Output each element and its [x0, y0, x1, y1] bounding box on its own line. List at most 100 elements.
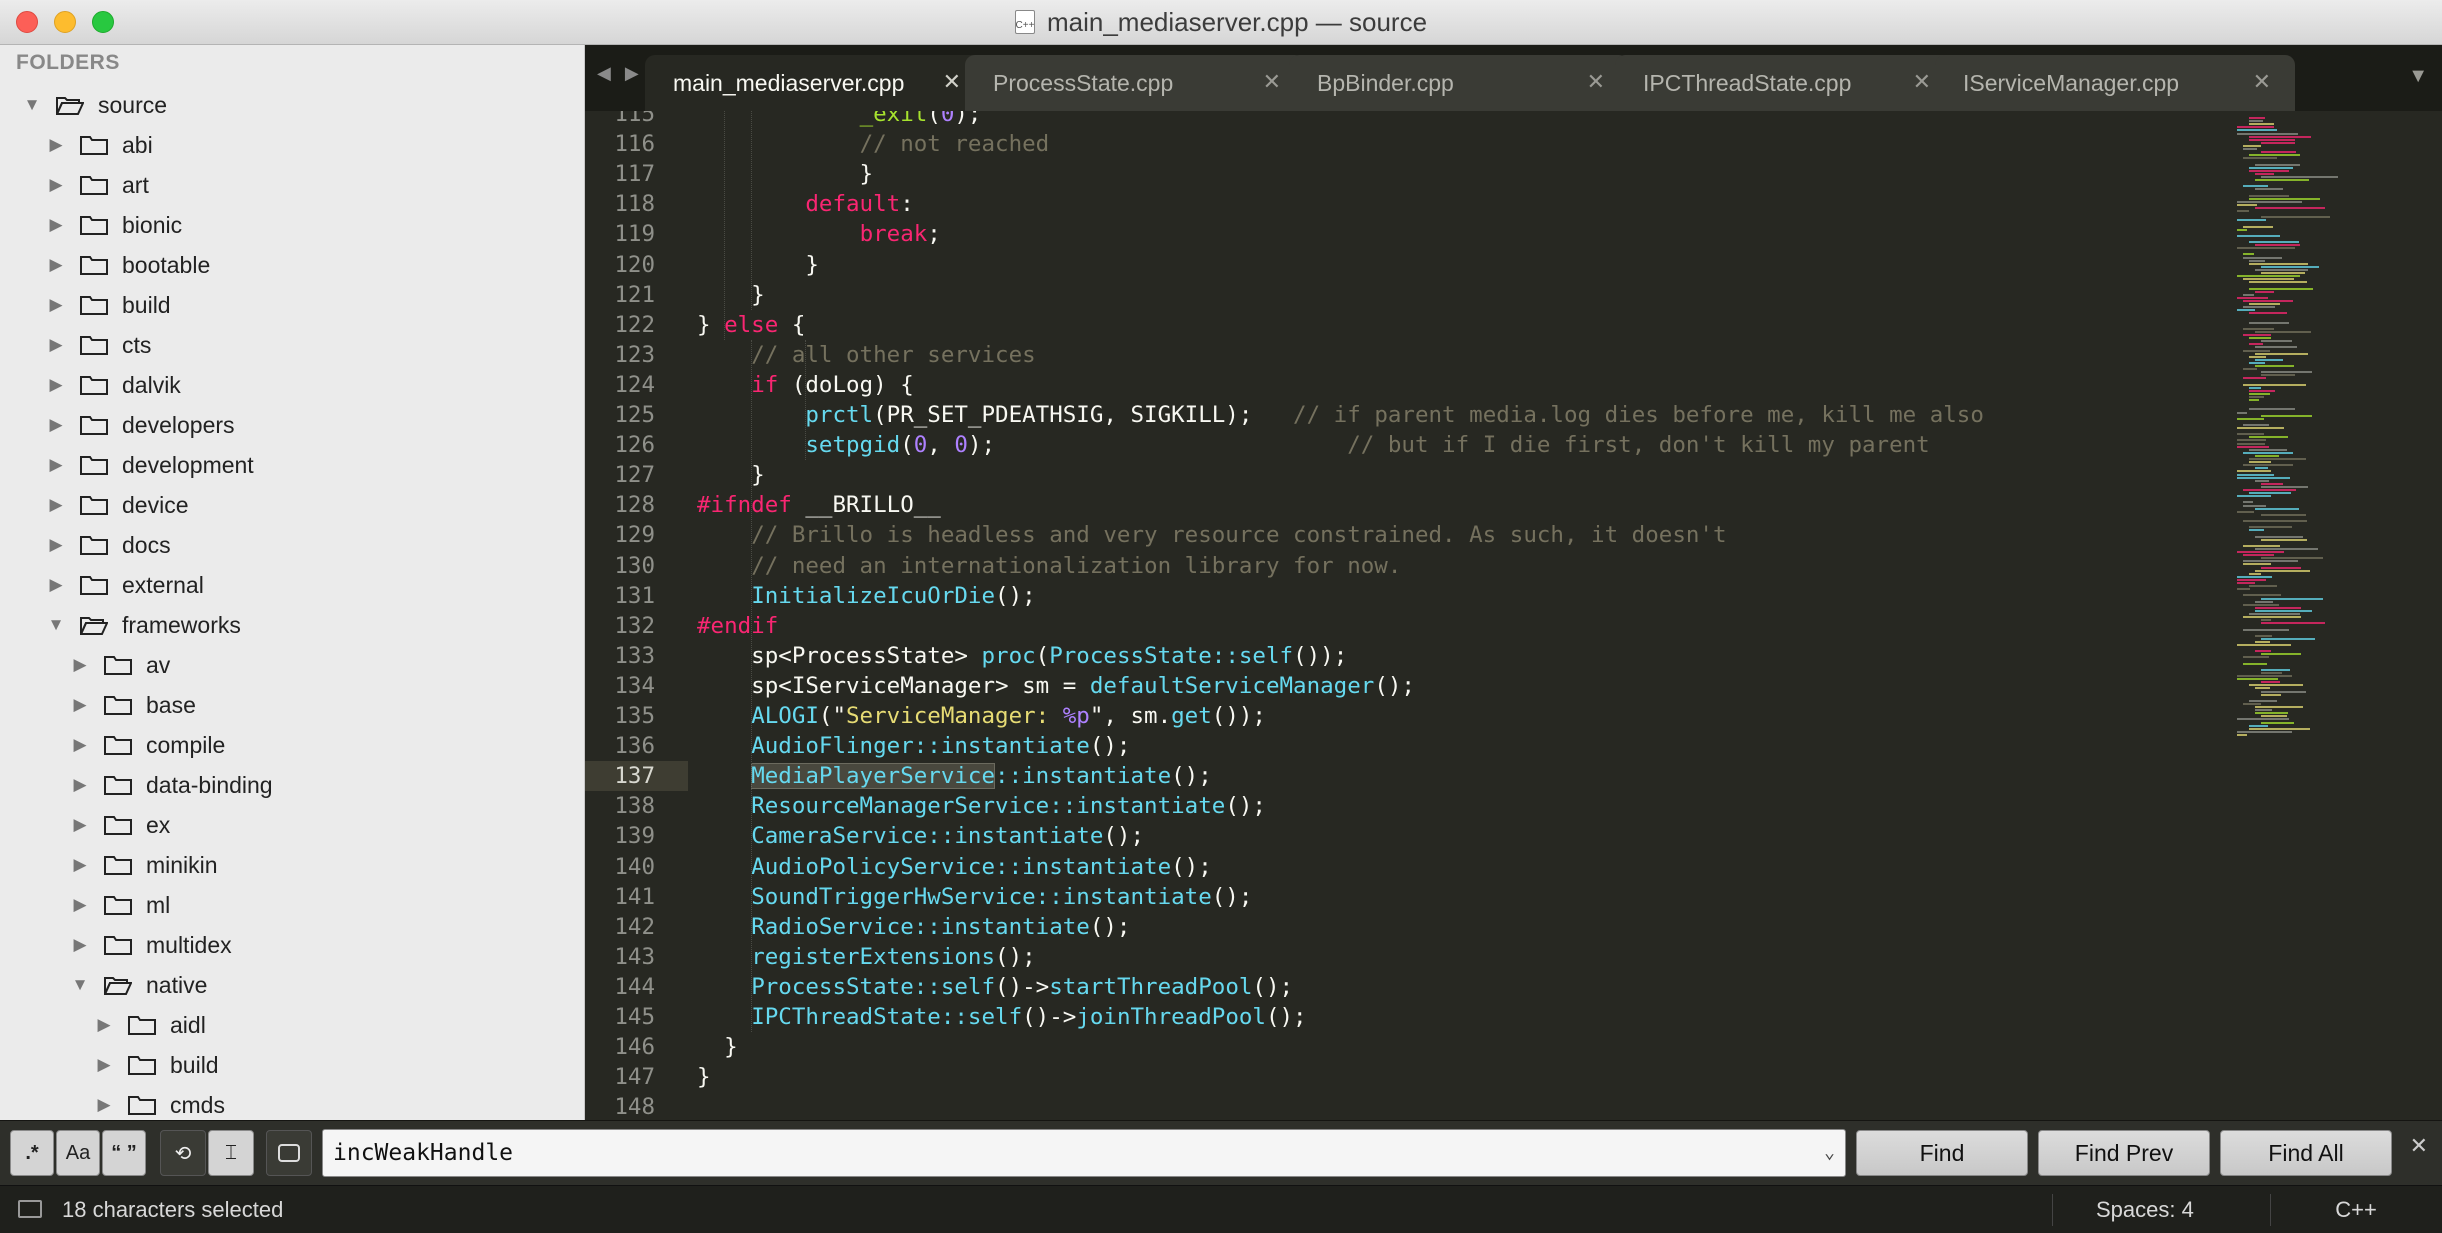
disclosure-closed-icon[interactable]: ▶ [46, 255, 66, 275]
code-line[interactable]: prctl(PR_SET_PDEATHSIG, SIGKILL); // if … [697, 400, 1984, 430]
code-line[interactable]: ALOGI("ServiceManager: %p", sm.get()); [697, 701, 1266, 731]
code-line[interactable]: AudioPolicyService::instantiate(); [697, 852, 1212, 882]
code-editor[interactable]: 115 116 117 118 119 120 121 122 123 124 125 126 127 1… [585, 111, 2442, 1120]
code-line[interactable]: } [697, 1032, 738, 1062]
sidebar-item-cts[interactable]: ▶ cts [0, 325, 584, 365]
panel-toggle-icon[interactable] [18, 1200, 42, 1218]
disclosure-closed-icon[interactable]: ▶ [94, 1095, 114, 1115]
tab-main-mediaserver-cpp[interactable]: main_mediaserver.cpp ✕ [645, 55, 985, 111]
code-line[interactable]: } [697, 460, 765, 490]
code-line[interactable]: registerExtensions(); [697, 942, 1035, 972]
code-line[interactable]: SoundTriggerHwService::instantiate(); [697, 882, 1252, 912]
sidebar-item-build[interactable]: ▶ build [0, 1045, 584, 1085]
disclosure-open-icon[interactable]: ▼ [46, 615, 66, 635]
disclosure-closed-icon[interactable]: ▶ [94, 1055, 114, 1075]
code-line[interactable]: } [697, 250, 819, 280]
disclosure-closed-icon[interactable]: ▶ [46, 135, 66, 155]
disclosure-closed-icon[interactable]: ▶ [70, 695, 90, 715]
code-line[interactable]: // Brillo is headless and very resource … [697, 520, 1726, 550]
disclosure-closed-icon[interactable]: ▶ [46, 215, 66, 235]
find-history-dropdown-icon[interactable]: ⌄ [1824, 1130, 1835, 1176]
code-line[interactable]: default: [697, 189, 913, 219]
disclosure-open-icon[interactable]: ▼ [22, 95, 42, 115]
sidebar-item-multidex[interactable]: ▶ multidex [0, 925, 584, 965]
sidebar-item-development[interactable]: ▶ development [0, 445, 584, 485]
sidebar-item-data-binding[interactable]: ▶ data-binding [0, 765, 584, 805]
tab-bpbinder-cpp[interactable]: BpBinder.cpp ✕ [1289, 55, 1629, 111]
disclosure-closed-icon[interactable]: ▶ [70, 815, 90, 835]
find-input[interactable]: incWeakHandle ⌄ [322, 1129, 1846, 1177]
highlight-matches-toggle-button[interactable] [266, 1130, 312, 1176]
code-line[interactable]: // all other services [697, 340, 1035, 370]
sidebar-item-device[interactable]: ▶ device [0, 485, 584, 525]
sidebar-item-ml[interactable]: ▶ ml [0, 885, 584, 925]
disclosure-closed-icon[interactable]: ▶ [70, 895, 90, 915]
disclosure-closed-icon[interactable]: ▶ [94, 1015, 114, 1035]
disclosure-closed-icon[interactable]: ▶ [70, 935, 90, 955]
syntax-status[interactable]: C++ [2270, 1197, 2442, 1223]
disclosure-closed-icon[interactable]: ▶ [46, 295, 66, 315]
sidebar-item-build[interactable]: ▶ build [0, 285, 584, 325]
sidebar-item-source[interactable]: ▼ source [0, 85, 584, 125]
code-line[interactable]: // need an internationalization library … [697, 551, 1401, 581]
in-selection-toggle-button[interactable]: ⌶ [208, 1130, 254, 1176]
code-line[interactable]: _exit(0); [697, 111, 982, 129]
disclosure-closed-icon[interactable]: ▶ [46, 335, 66, 355]
tab-processstate-cpp[interactable]: ProcessState.cpp ✕ [965, 55, 1305, 111]
disclosure-closed-icon[interactable]: ▶ [46, 495, 66, 515]
disclosure-open-icon[interactable]: ▼ [70, 975, 90, 995]
sidebar-item-av[interactable]: ▶ av [0, 645, 584, 685]
sidebar-item-compile[interactable]: ▶ compile [0, 725, 584, 765]
code-line[interactable]: CameraService::instantiate(); [697, 821, 1144, 851]
disclosure-closed-icon[interactable]: ▶ [70, 775, 90, 795]
code-line[interactable]: RadioService::instantiate(); [697, 912, 1130, 942]
sidebar-item-developers[interactable]: ▶ developers [0, 405, 584, 445]
whole-word-toggle-button[interactable]: “ ” [102, 1130, 146, 1176]
tab-close-icon[interactable]: ✕ [1913, 69, 1931, 95]
tab-ipcthreadstate-cpp[interactable]: IPCThreadState.cpp ✕ [1615, 55, 1955, 111]
code-area[interactable]: _exit(0); // not reached } default: brea… [697, 111, 2237, 1120]
disclosure-closed-icon[interactable]: ▶ [46, 535, 66, 555]
code-line[interactable]: } [697, 1062, 711, 1092]
sidebar-item-native[interactable]: ▼ native [0, 965, 584, 1005]
disclosure-closed-icon[interactable]: ▶ [46, 175, 66, 195]
code-line[interactable]: } [697, 280, 765, 310]
sidebar-item-ex[interactable]: ▶ ex [0, 805, 584, 845]
sidebar-item-cmds[interactable]: ▶ cmds [0, 1085, 584, 1120]
code-line[interactable]: setpgid(0, 0); // but if I die first, do… [697, 430, 1929, 460]
find-button[interactable]: Find [1856, 1130, 2028, 1176]
find-all-button[interactable]: Find All [2220, 1130, 2392, 1176]
code-line[interactable]: sp<IServiceManager> sm = defaultServiceM… [697, 671, 1415, 701]
tab-close-icon[interactable]: ✕ [1263, 69, 1281, 95]
sidebar-item-art[interactable]: ▶ art [0, 165, 584, 205]
code-line[interactable]: MediaPlayerService::instantiate(); [697, 761, 1212, 791]
wrap-toggle-button[interactable]: ⟲ [160, 1130, 206, 1176]
code-line[interactable]: #ifndef __BRILLO__ [697, 490, 941, 520]
sidebar-item-bootable[interactable]: ▶ bootable [0, 245, 584, 285]
disclosure-closed-icon[interactable]: ▶ [70, 855, 90, 875]
code-line[interactable]: IPCThreadState::self()->joinThreadPool()… [697, 1002, 1306, 1032]
tab-iservicemanager-cpp[interactable]: IServiceManager.cpp ✕ [1935, 55, 2295, 111]
indentation-status[interactable]: Spaces: 4 [2096, 1197, 2194, 1223]
code-line[interactable]: InitializeIcuOrDie(); [697, 581, 1035, 611]
disclosure-closed-icon[interactable]: ▶ [70, 735, 90, 755]
code-line[interactable]: #endif [697, 611, 778, 641]
code-line[interactable]: // not reached [697, 129, 1050, 159]
sidebar-item-frameworks[interactable]: ▼ frameworks [0, 605, 584, 645]
tab-close-icon[interactable]: ✕ [943, 69, 961, 95]
disclosure-closed-icon[interactable]: ▶ [46, 575, 66, 595]
tab-dropdown-icon[interactable]: ▼ [2408, 65, 2428, 88]
sidebar-item-aidl[interactable]: ▶ aidl [0, 1005, 584, 1045]
disclosure-closed-icon[interactable]: ▶ [46, 415, 66, 435]
case-sensitive-toggle-button[interactable]: Aa [56, 1130, 100, 1176]
tab-close-icon[interactable]: ✕ [1587, 69, 1605, 95]
find-panel-close-icon[interactable]: ✕ [2410, 1133, 2428, 1159]
sidebar-item-dalvik[interactable]: ▶ dalvik [0, 365, 584, 405]
disclosure-closed-icon[interactable]: ▶ [70, 655, 90, 675]
disclosure-closed-icon[interactable]: ▶ [46, 455, 66, 475]
sidebar-item-bionic[interactable]: ▶ bionic [0, 205, 584, 245]
minimap[interactable] [2235, 111, 2435, 1120]
sidebar-item-abi[interactable]: ▶ abi [0, 125, 584, 165]
find-prev-button[interactable]: Find Prev [2038, 1130, 2210, 1176]
code-line[interactable]: break; [697, 219, 941, 249]
